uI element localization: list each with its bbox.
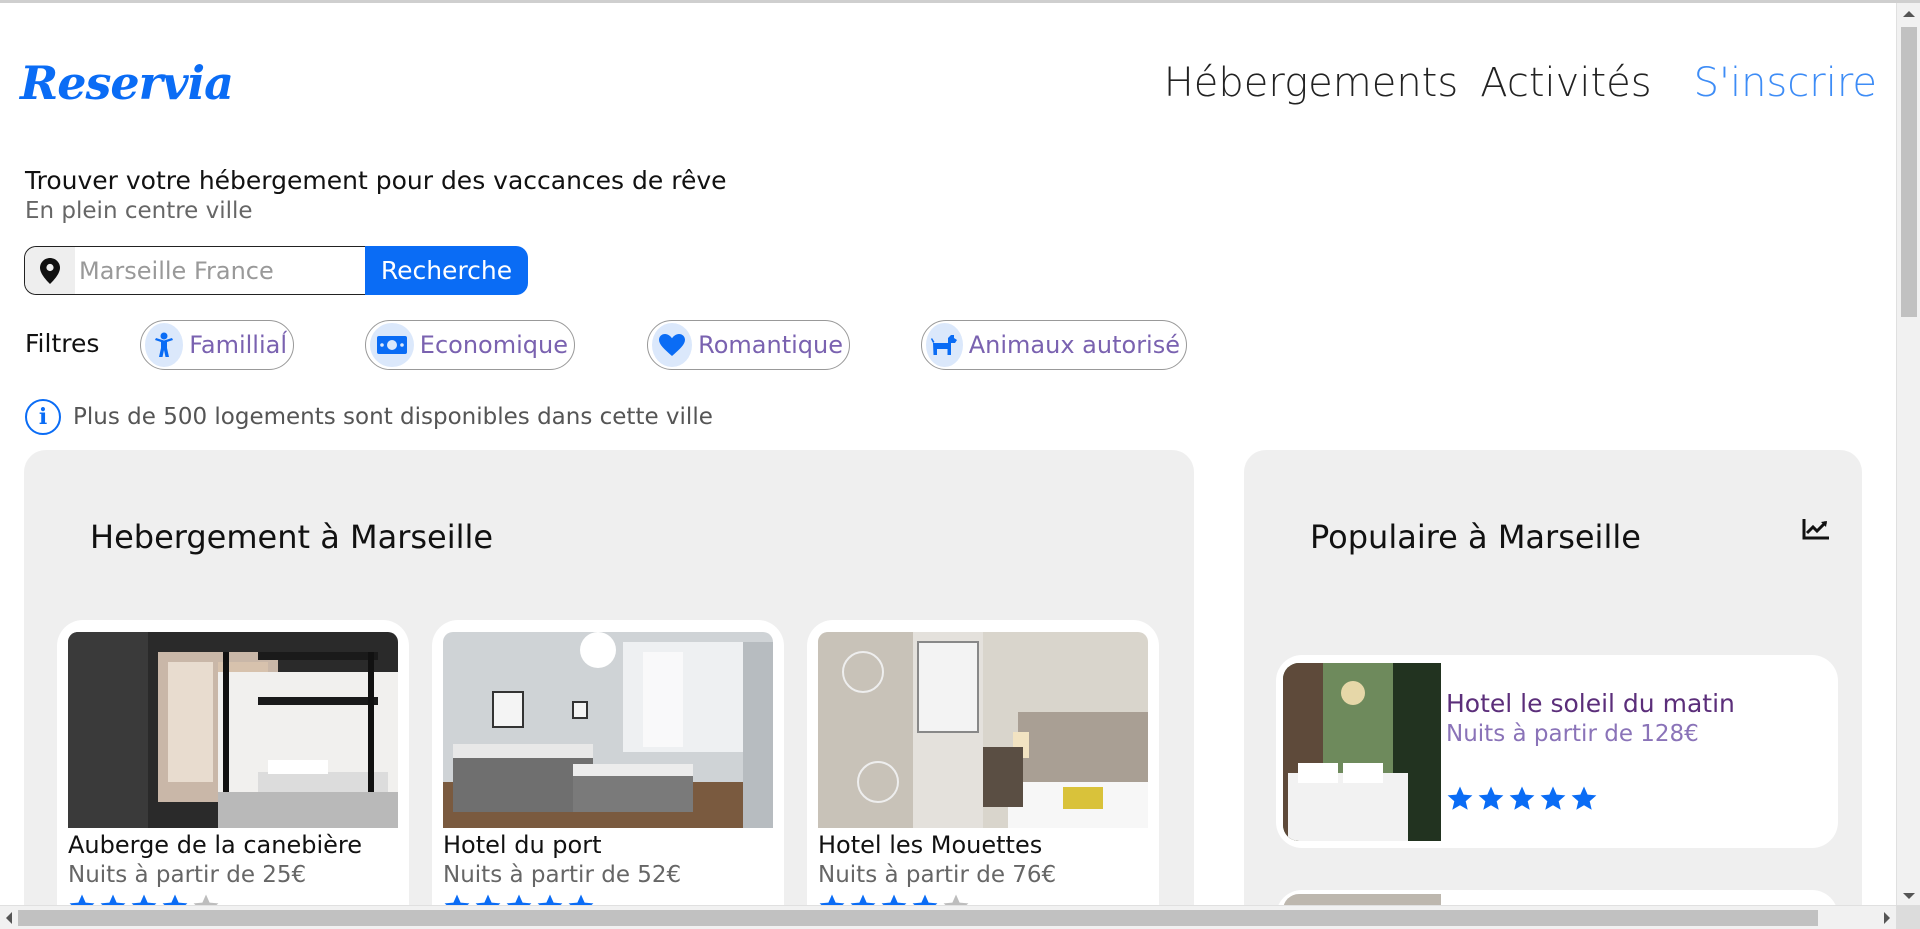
- scroll-thumb[interactable]: [18, 910, 1818, 926]
- filter-economique[interactable]: Economique: [365, 320, 575, 370]
- search-field: [24, 246, 365, 295]
- trend-chart-icon: [1802, 518, 1830, 544]
- accommodation-photo: [443, 632, 773, 828]
- scroll-left-icon[interactable]: [6, 912, 12, 924]
- vertical-scrollbar[interactable]: [1896, 3, 1920, 905]
- filter-label: Animaux autorisé: [968, 331, 1180, 359]
- filter-romantique[interactable]: Romantique: [647, 320, 850, 370]
- filter-label: Familliaĺ: [189, 331, 287, 359]
- filter-label: Economique: [419, 331, 568, 359]
- accommodation-name: Hotel les Mouettes: [818, 831, 1043, 859]
- scroll-down-icon[interactable]: [1903, 893, 1915, 899]
- popular-title: Populaire à Marseille: [1310, 518, 1641, 556]
- horizontal-scrollbar[interactable]: [0, 905, 1896, 929]
- search-bar: Recherche: [24, 246, 528, 295]
- child-icon: [145, 323, 184, 367]
- filters-label: Filtres: [25, 329, 100, 358]
- accommodation-price: Nuits à partir de 76€: [818, 862, 1057, 888]
- accommodation-photo: [818, 632, 1148, 828]
- search-button[interactable]: Recherche: [365, 246, 528, 295]
- accommodations-title: Hebergement à Marseille: [90, 518, 494, 556]
- popular-name: Hotel le soleil du matin: [1446, 689, 1735, 718]
- filter-familial[interactable]: Familliaĺ: [140, 320, 294, 370]
- nav-signup[interactable]: S'inscrire: [1694, 60, 1877, 106]
- heart-icon: [652, 323, 693, 367]
- search-input[interactable]: [75, 256, 345, 285]
- accommodation-price: Nuits à partir de 25€: [68, 862, 307, 888]
- accommodation-name: Hotel du port: [443, 831, 602, 859]
- popular-price: Nuits à partir de 128€: [1446, 721, 1699, 747]
- window-top-border: [0, 0, 1920, 3]
- accommodation-photo: [68, 632, 398, 828]
- info-icon: i: [25, 399, 61, 435]
- accommodation-price: Nuits à partir de 52€: [443, 862, 682, 888]
- scrollbar-corner: [1896, 905, 1920, 929]
- info-banner: i Plus de 500 logements sont disponibles…: [25, 399, 713, 435]
- rating-stars: [1446, 785, 1598, 813]
- nav-hebergements[interactable]: Hébergements: [1164, 60, 1459, 106]
- scroll-up-icon[interactable]: [1903, 11, 1915, 17]
- star-filled-icon: [1478, 786, 1504, 810]
- logo[interactable]: Reservia: [20, 56, 234, 110]
- star-filled-icon: [1571, 786, 1597, 810]
- accommodation-card[interactable]: Auberge de la canebière Nuits à partir d…: [57, 620, 409, 929]
- dog-icon: [926, 323, 963, 367]
- star-filled-icon: [1509, 786, 1535, 810]
- nav-activites[interactable]: Activités: [1480, 60, 1651, 106]
- filter-label: Romantique: [698, 331, 843, 359]
- star-filled-icon: [1540, 786, 1566, 810]
- main-nav: Hébergements Activités S'inscrire: [1164, 60, 1877, 106]
- accommodation-card[interactable]: Hotel du port Nuits à partir de 52€: [432, 620, 784, 929]
- money-icon: [370, 323, 414, 367]
- scroll-right-icon[interactable]: [1884, 912, 1890, 924]
- scroll-thumb[interactable]: [1901, 27, 1917, 317]
- popular-photo: [1283, 663, 1441, 841]
- filter-animaux[interactable]: Animaux autorisé: [921, 320, 1187, 370]
- hero-title: Trouver votre hébergement pour des vacca…: [25, 166, 727, 195]
- star-filled-icon: [1447, 786, 1473, 810]
- map-pin-icon: [25, 247, 75, 294]
- hero-subtitle: En plein centre ville: [25, 198, 253, 224]
- popular-card[interactable]: Hotel le soleil du matin Nuits à partir …: [1276, 655, 1838, 848]
- info-text: Plus de 500 logements sont disponibles d…: [73, 404, 713, 430]
- accommodation-card[interactable]: Hotel les Mouettes Nuits à partir de 76€: [807, 620, 1159, 929]
- accommodation-name: Auberge de la canebière: [68, 831, 362, 859]
